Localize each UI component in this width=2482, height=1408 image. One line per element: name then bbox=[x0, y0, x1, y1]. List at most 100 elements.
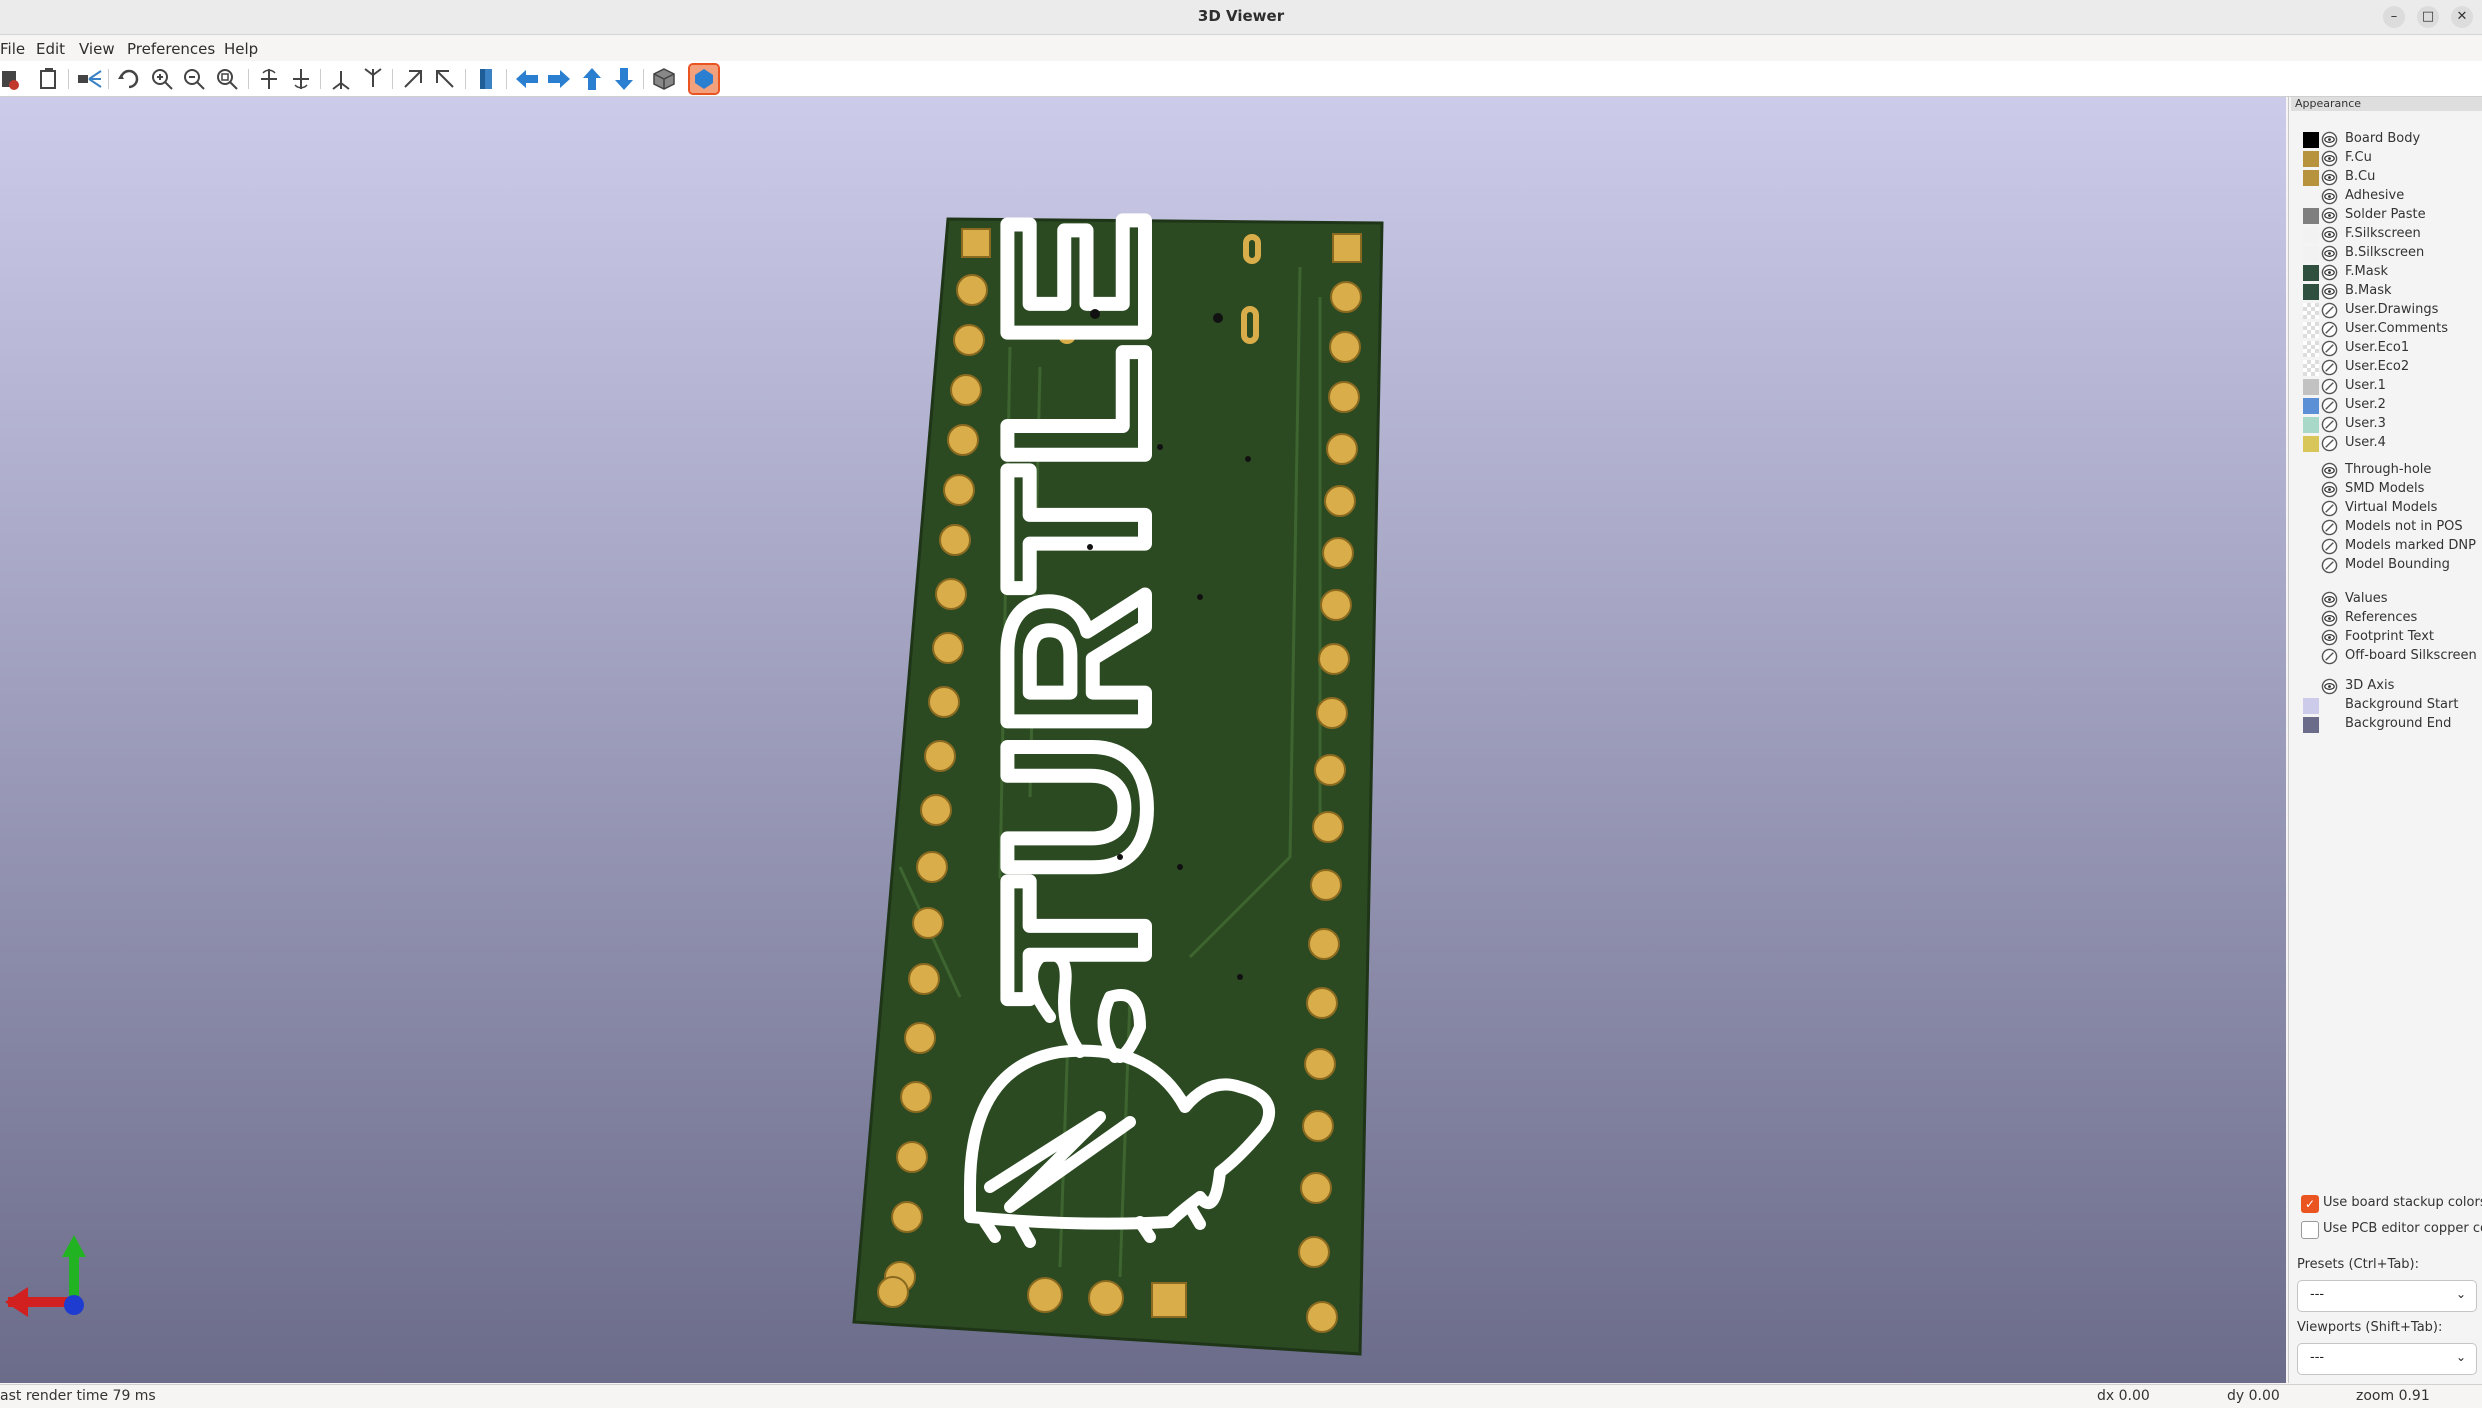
layer-row[interactable]: Models not in POS bbox=[2289, 518, 2482, 537]
visible-eye-icon[interactable] bbox=[2321, 150, 2338, 167]
layer-color-swatch[interactable] bbox=[2303, 379, 2319, 395]
pan-right-icon[interactable] bbox=[545, 65, 573, 93]
layer-row[interactable]: F.Mask bbox=[2289, 263, 2482, 282]
visible-eye-icon[interactable] bbox=[2321, 629, 2338, 646]
layer-color-swatch[interactable] bbox=[2303, 227, 2319, 243]
visible-eye-icon[interactable] bbox=[2321, 678, 2338, 695]
layer-row[interactable]: Models marked DNP bbox=[2289, 537, 2482, 556]
layer-row[interactable]: User.Eco1 bbox=[2289, 339, 2482, 358]
layer-row[interactable]: Solder Paste bbox=[2289, 206, 2482, 225]
3d-viewport[interactable]: TURTLE bbox=[0, 97, 2286, 1383]
visible-eye-icon[interactable] bbox=[2321, 207, 2338, 224]
pan-down-icon[interactable] bbox=[610, 65, 638, 93]
minimize-button[interactable]: – bbox=[2383, 6, 2405, 28]
maximize-button[interactable]: □ bbox=[2417, 6, 2439, 28]
hidden-eye-icon[interactable] bbox=[2321, 397, 2338, 414]
layer-color-swatch[interactable] bbox=[2303, 717, 2319, 733]
layer-row[interactable]: User.1 bbox=[2289, 377, 2482, 396]
menu-preferences[interactable]: Preferences bbox=[127, 40, 215, 58]
layer-row[interactable]: Adhesive bbox=[2289, 187, 2482, 206]
layer-color-swatch[interactable] bbox=[2303, 417, 2319, 433]
use-stackup-colors-checkbox[interactable]: ✓ bbox=[2301, 1195, 2319, 1213]
layer-row[interactable]: Footprint Text bbox=[2289, 628, 2482, 647]
layer-row[interactable]: B.Silkscreen bbox=[2289, 244, 2482, 263]
visible-eye-icon[interactable] bbox=[2321, 591, 2338, 608]
visible-eye-icon[interactable] bbox=[2321, 169, 2338, 186]
layer-color-swatch[interactable] bbox=[2303, 189, 2319, 205]
menu-file[interactable]: File bbox=[0, 40, 25, 58]
export-icon[interactable] bbox=[0, 65, 28, 93]
ortho-icon[interactable] bbox=[650, 65, 678, 93]
use-pcb-copper-checkbox[interactable] bbox=[2301, 1221, 2319, 1239]
hidden-eye-icon[interactable] bbox=[2321, 378, 2338, 395]
layer-color-swatch[interactable] bbox=[2303, 246, 2319, 262]
visible-eye-icon[interactable] bbox=[2321, 283, 2338, 300]
layer-color-swatch[interactable] bbox=[2303, 132, 2319, 148]
layer-color-swatch[interactable] bbox=[2303, 341, 2319, 357]
layer-row[interactable]: Model Bounding bbox=[2289, 556, 2482, 575]
layer-row[interactable]: SMD Models bbox=[2289, 480, 2482, 499]
viewports-dropdown[interactable]: --- ⌄ bbox=[2297, 1343, 2477, 1375]
layer-color-swatch[interactable] bbox=[2303, 398, 2319, 414]
layers-toggle-icon[interactable] bbox=[688, 63, 720, 95]
zoom-out-icon[interactable] bbox=[180, 65, 208, 93]
layer-row[interactable]: Values bbox=[2289, 590, 2482, 609]
layer-color-swatch[interactable] bbox=[2303, 151, 2319, 167]
layer-row[interactable]: F.Cu bbox=[2289, 149, 2482, 168]
pan-left-icon[interactable] bbox=[513, 65, 541, 93]
layer-color-swatch[interactable] bbox=[2303, 284, 2319, 300]
layer-color-swatch[interactable] bbox=[2303, 265, 2319, 281]
layer-row[interactable]: Background End bbox=[2289, 715, 2482, 734]
hidden-eye-icon[interactable] bbox=[2321, 359, 2338, 376]
layer-row[interactable]: F.Silkscreen bbox=[2289, 225, 2482, 244]
menu-help[interactable]: Help bbox=[224, 40, 258, 58]
hidden-eye-icon[interactable] bbox=[2321, 648, 2338, 665]
close-button[interactable]: ✕ bbox=[2451, 6, 2473, 28]
layer-row[interactable]: Background Start bbox=[2289, 696, 2482, 715]
hidden-eye-icon[interactable] bbox=[2321, 302, 2338, 319]
layer-row[interactable]: User.Drawings bbox=[2289, 301, 2482, 320]
hidden-eye-icon[interactable] bbox=[2321, 340, 2338, 357]
hidden-eye-icon[interactable] bbox=[2321, 416, 2338, 433]
flip-board-icon[interactable] bbox=[472, 65, 500, 93]
hidden-eye-icon[interactable] bbox=[2321, 557, 2338, 574]
presets-dropdown[interactable]: --- ⌄ bbox=[2297, 1280, 2477, 1312]
visible-eye-icon[interactable] bbox=[2321, 188, 2338, 205]
layer-row[interactable]: User.Eco2 bbox=[2289, 358, 2482, 377]
rotate-x-ccw-icon[interactable] bbox=[287, 65, 315, 93]
layer-color-swatch[interactable] bbox=[2303, 170, 2319, 186]
layer-color-swatch[interactable] bbox=[2303, 322, 2319, 338]
layer-color-swatch[interactable] bbox=[2303, 698, 2319, 714]
visible-eye-icon[interactable] bbox=[2321, 264, 2338, 281]
hidden-eye-icon[interactable] bbox=[2321, 435, 2338, 452]
rotate-z-ccw-icon[interactable] bbox=[431, 65, 459, 93]
visible-eye-icon[interactable] bbox=[2321, 226, 2338, 243]
menu-view[interactable]: View bbox=[79, 40, 115, 58]
layer-color-swatch[interactable] bbox=[2303, 436, 2319, 452]
layer-row[interactable]: Board Body bbox=[2289, 130, 2482, 149]
layer-row[interactable]: 3D Axis bbox=[2289, 677, 2482, 696]
hidden-eye-icon[interactable] bbox=[2321, 519, 2338, 536]
layer-color-swatch[interactable] bbox=[2303, 303, 2319, 319]
copy-icon[interactable] bbox=[35, 65, 63, 93]
layer-row[interactable]: User.Comments bbox=[2289, 320, 2482, 339]
layer-color-swatch[interactable] bbox=[2303, 679, 2319, 695]
menu-edit[interactable]: Edit bbox=[36, 40, 65, 58]
hidden-eye-icon[interactable] bbox=[2321, 500, 2338, 517]
layer-row[interactable]: B.Cu bbox=[2289, 168, 2482, 187]
hidden-eye-icon[interactable] bbox=[2321, 538, 2338, 555]
zoom-fit-icon[interactable] bbox=[213, 65, 241, 93]
rotate-y-ccw-icon[interactable] bbox=[359, 65, 387, 93]
reload-icon[interactable] bbox=[115, 65, 143, 93]
zoom-in-icon[interactable] bbox=[148, 65, 176, 93]
hidden-eye-icon[interactable] bbox=[2321, 321, 2338, 338]
layer-row[interactable]: User.2 bbox=[2289, 396, 2482, 415]
raytrace-icon[interactable] bbox=[75, 65, 103, 93]
visible-eye-icon[interactable] bbox=[2321, 245, 2338, 262]
layer-row[interactable]: Off-board Silkscreen bbox=[2289, 647, 2482, 666]
layer-row[interactable]: Through-hole bbox=[2289, 461, 2482, 480]
layer-color-swatch[interactable] bbox=[2303, 360, 2319, 376]
layer-row[interactable]: B.Mask bbox=[2289, 282, 2482, 301]
pan-up-icon[interactable] bbox=[578, 65, 606, 93]
rotate-y-cw-icon[interactable] bbox=[327, 65, 355, 93]
